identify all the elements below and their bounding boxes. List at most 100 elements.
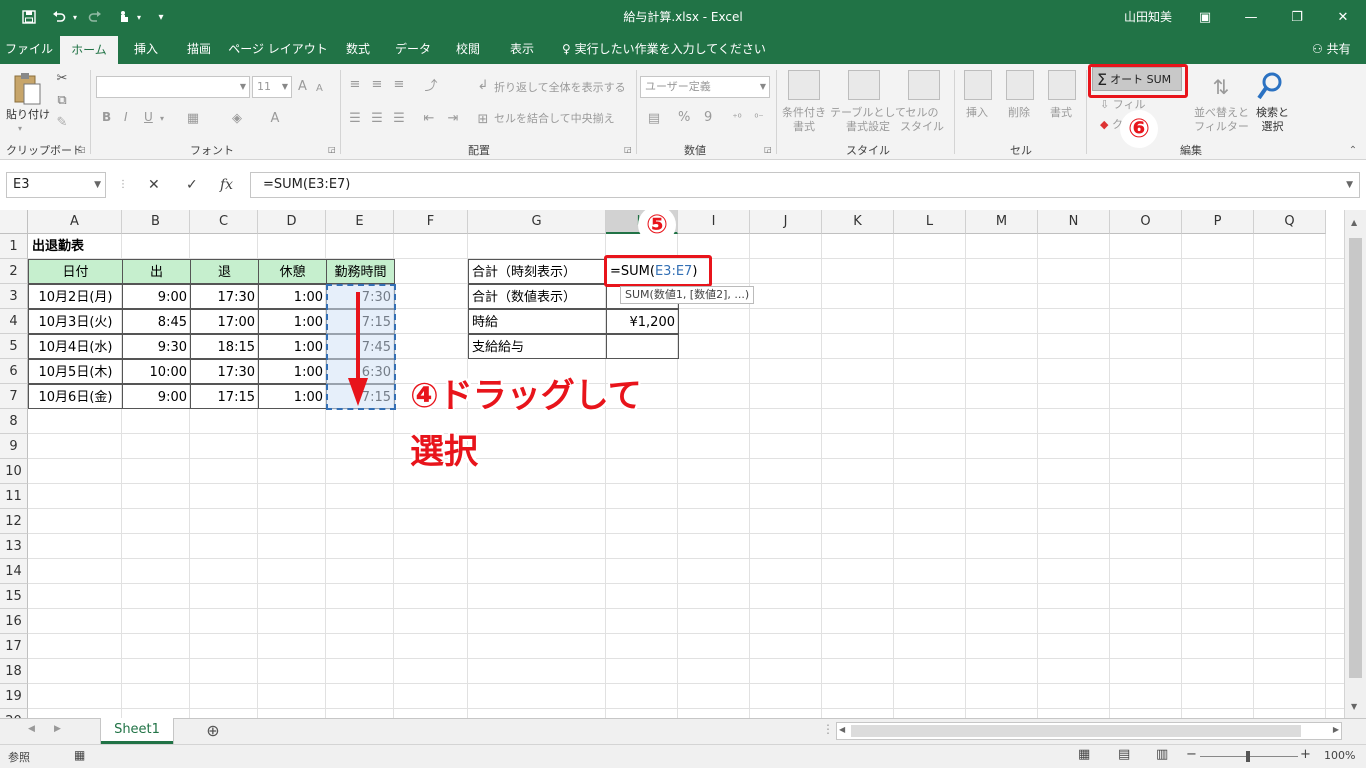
merge-center-icon[interactable]: ⊞ — [476, 112, 490, 127]
row-header-10[interactable]: 10 — [0, 459, 28, 484]
page-break-view-icon[interactable]: ▥ — [1156, 747, 1168, 762]
font-size-combo[interactable]: 11 ▼ — [252, 76, 292, 98]
header-out[interactable]: 退 — [190, 259, 259, 284]
format-cells-button[interactable]: 書式 — [1050, 106, 1072, 120]
column-header-q[interactable]: Q — [1254, 210, 1326, 234]
break-cell[interactable]: 1:00 — [258, 384, 327, 409]
comma-button[interactable]: 9 — [704, 111, 712, 125]
copy-icon[interactable]: ⧉ — [54, 92, 70, 108]
align-right-icon[interactable]: ☰ — [390, 110, 408, 126]
tab-file[interactable]: ファイル — [0, 34, 58, 64]
insert-cells-icon[interactable] — [964, 70, 992, 100]
sort-filter-button[interactable]: 並べ替えと フィルター — [1194, 106, 1249, 134]
align-middle-icon[interactable]: ≡ — [368, 76, 386, 92]
cell-styles-button[interactable]: セルの スタイル — [900, 106, 944, 134]
merge-center-button[interactable]: セルを結合して中央揃え — [494, 112, 615, 126]
row-header-15[interactable]: 15 — [0, 584, 28, 609]
tab-insert[interactable]: 挿入 — [120, 34, 172, 64]
summary-value[interactable]: ¥1,200 — [606, 309, 679, 334]
percent-button[interactable]: % — [678, 111, 690, 125]
break-cell[interactable]: 1:00 — [258, 284, 327, 309]
orientation-icon[interactable]: ⤴ — [420, 76, 442, 94]
increase-decimal-icon[interactable]: ⁺⁰ — [728, 110, 746, 126]
macro-record-icon[interactable]: ▦ — [74, 748, 85, 762]
column-header-n[interactable]: N — [1038, 210, 1110, 234]
row-header-12[interactable]: 12 — [0, 509, 28, 534]
column-header-g[interactable]: G — [468, 210, 606, 234]
column-header-o[interactable]: O — [1110, 210, 1182, 234]
align-bottom-icon[interactable]: ≡ — [390, 76, 408, 92]
row-header-16[interactable]: 16 — [0, 609, 28, 634]
next-sheet-icon[interactable]: ▶ — [54, 724, 61, 734]
format-as-table-button[interactable]: テーブルとして 書式設定 — [830, 106, 906, 134]
row-header-9[interactable]: 9 — [0, 434, 28, 459]
clock-out-cell[interactable]: 17:00 — [190, 309, 259, 334]
collapse-ribbon-icon[interactable]: ⌃ — [1346, 144, 1360, 156]
font-launcher-icon[interactable]: ◲ — [328, 145, 336, 154]
column-header-j[interactable]: J — [750, 210, 822, 234]
row-header-8[interactable]: 8 — [0, 409, 28, 434]
close-button[interactable]: ✕ — [1320, 0, 1366, 34]
header-date[interactable]: 日付 — [28, 259, 123, 284]
column-header-e[interactable]: E — [326, 210, 394, 234]
underline-button[interactable]: U — [144, 110, 153, 124]
row-header-18[interactable]: 18 — [0, 659, 28, 684]
zoom-level[interactable]: 100% — [1324, 749, 1355, 762]
delete-cells-button[interactable]: 削除 — [1008, 106, 1030, 120]
find-select-icon[interactable] — [1254, 70, 1286, 102]
clock-out-cell[interactable]: 17:15 — [190, 384, 259, 409]
tell-me-box[interactable]: ♀ 実行したい作業を入力してください — [562, 34, 766, 64]
find-select-button[interactable]: 検索と 選択 — [1256, 106, 1289, 134]
break-cell[interactable]: 1:00 — [258, 359, 327, 384]
header-in[interactable]: 出 — [122, 259, 191, 284]
summary-label[interactable]: 支給給与 — [468, 334, 607, 359]
tab-view[interactable]: 表示 — [496, 34, 548, 64]
cell-styles-icon[interactable] — [908, 70, 940, 100]
row-header-1[interactable]: 1 — [0, 234, 28, 259]
column-header-f[interactable]: F — [394, 210, 468, 234]
column-header-c[interactable]: C — [190, 210, 258, 234]
column-header-k[interactable]: K — [822, 210, 894, 234]
row-header-19[interactable]: 19 — [0, 684, 28, 709]
break-cell[interactable]: 1:00 — [258, 334, 327, 359]
select-all-corner[interactable] — [0, 210, 28, 234]
date-cell[interactable]: 10月4日(水) — [28, 334, 123, 359]
font-name-combo[interactable]: ▼ — [96, 76, 250, 98]
column-header-p[interactable]: P — [1182, 210, 1254, 234]
sheet-title-cell[interactable]: 出退勤表 — [29, 234, 122, 259]
conditional-format-button[interactable]: 条件付き 書式 — [782, 106, 826, 134]
row-header-11[interactable]: 11 — [0, 484, 28, 509]
currency-icon[interactable]: ▤ — [644, 110, 664, 126]
number-format-combo[interactable]: ユーザー定義 ▼ — [640, 76, 770, 98]
fill-color-icon[interactable]: ◈ — [228, 110, 246, 126]
row-header-3[interactable]: 3 — [0, 284, 28, 309]
underline-dropdown-icon[interactable]: ▾ — [160, 112, 164, 126]
summary-label[interactable]: 合計（時刻表示） — [468, 259, 607, 284]
row-header-17[interactable]: 17 — [0, 634, 28, 659]
column-header-a[interactable]: A — [28, 210, 122, 234]
clipboard-launcher-icon[interactable]: ◲ — [78, 145, 86, 154]
row-header-2[interactable]: 2 — [0, 259, 28, 284]
row-header-4[interactable]: 4 — [0, 309, 28, 334]
align-top-icon[interactable]: ≡ — [346, 76, 364, 92]
insert-cells-button[interactable]: 挿入 — [966, 106, 988, 120]
user-name[interactable]: 山田知美 — [1124, 8, 1172, 25]
cut-icon[interactable]: ✂ — [54, 70, 70, 86]
clock-out-cell[interactable]: 17:30 — [190, 359, 259, 384]
wrap-text-icon[interactable]: ↲ — [476, 78, 490, 93]
summary-label[interactable]: 合計（数値表示） — [468, 284, 607, 309]
function-tooltip[interactable]: SUM(数値1, [数値2], ...) — [620, 286, 755, 304]
tab-draw[interactable]: 描画 — [174, 34, 224, 64]
row-header-14[interactable]: 14 — [0, 559, 28, 584]
decrease-indent-icon[interactable]: ⇤ — [420, 110, 438, 126]
column-header-l[interactable]: L — [894, 210, 966, 234]
date-cell[interactable]: 10月6日(金) — [28, 384, 123, 409]
normal-view-icon[interactable]: ▦ — [1078, 747, 1090, 762]
clock-in-cell[interactable]: 10:00 — [122, 359, 191, 384]
header-break[interactable]: 休憩 — [258, 259, 327, 284]
date-cell[interactable]: 10月3日(火) — [28, 309, 123, 334]
scroll-right-icon[interactable]: ▶ — [1333, 725, 1339, 734]
clock-out-cell[interactable]: 17:30 — [190, 284, 259, 309]
sort-filter-icon[interactable]: ⇅ — [1206, 72, 1236, 102]
vertical-scrollbar[interactable]: ▲ ▼ — [1344, 210, 1366, 718]
